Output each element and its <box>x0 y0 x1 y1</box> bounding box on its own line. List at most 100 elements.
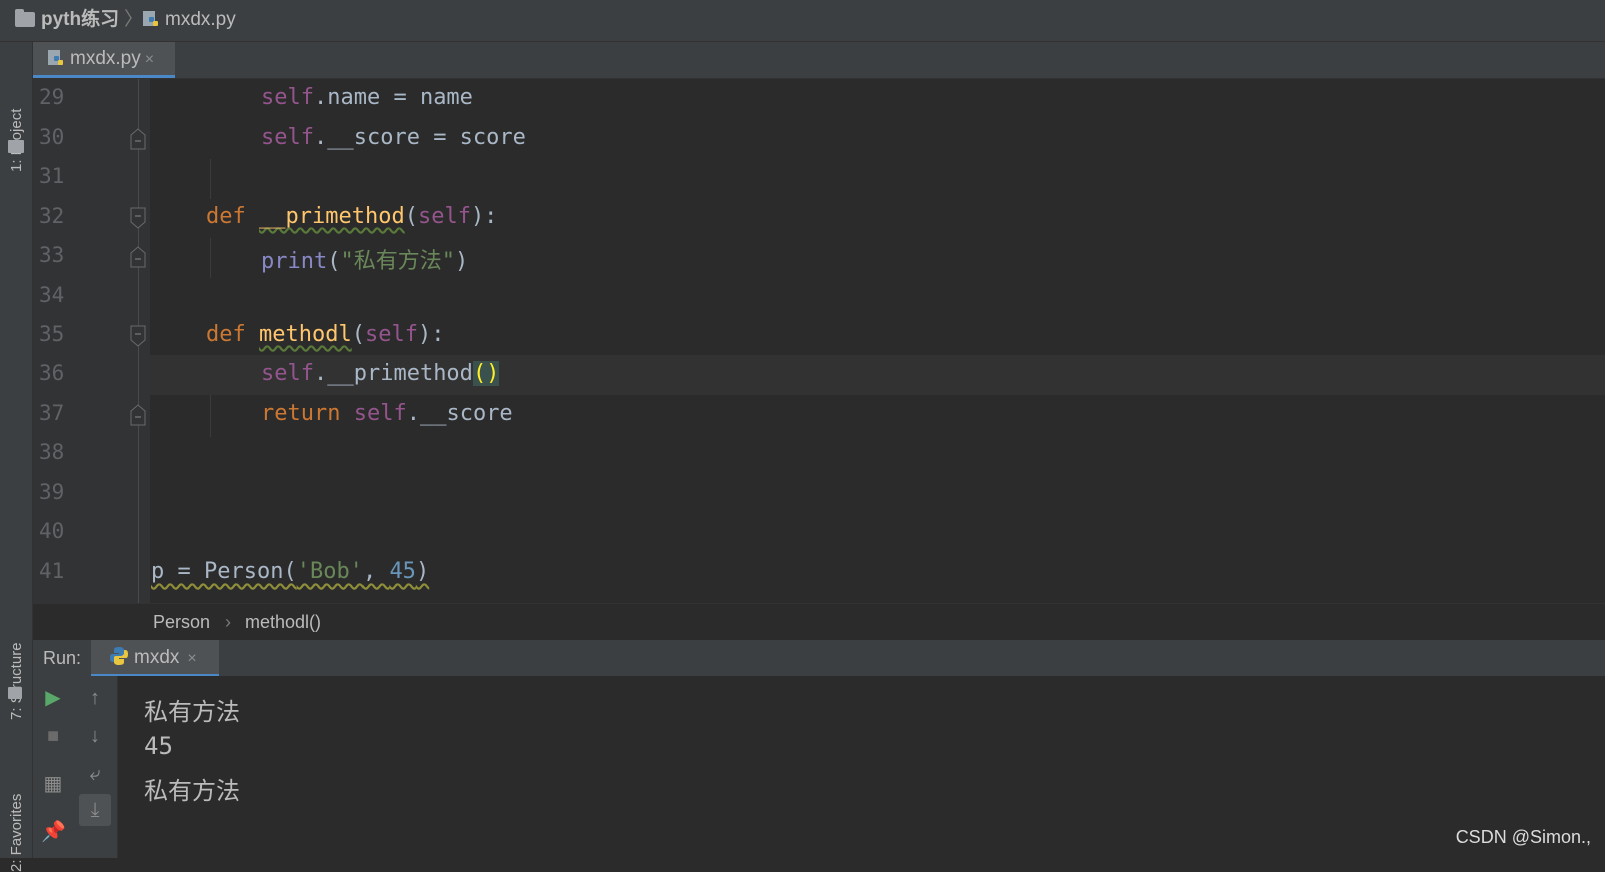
code-token: () <box>472 361 500 386</box>
console-line: 45 <box>144 732 173 760</box>
structure-icon <box>8 687 22 699</box>
arrow-down-icon[interactable]: ↓ <box>83 724 107 748</box>
code-text: p = Person('Bob', 45) <box>151 559 429 584</box>
close-icon[interactable]: × <box>187 650 196 667</box>
code-token: __primethod <box>259 204 405 229</box>
code-token: def <box>206 204 246 229</box>
run-toolbar: ▶ ↑ ■ ↓ ⤶ ▦ ⤓ 📌 <box>33 676 118 858</box>
code-token: , <box>362 559 390 584</box>
code-line: 34 <box>33 277 1605 317</box>
line-number: 40 <box>39 519 65 543</box>
run-label: Run: <box>43 648 82 668</box>
line-number: 30 <box>39 125 65 149</box>
code-line: 32 def __primethod(self): <box>33 198 1605 238</box>
layout-icon[interactable]: ▦ <box>41 772 65 796</box>
code-breadcrumb-method[interactable]: methodl() <box>245 612 321 633</box>
fold-end-icon[interactable] <box>128 403 148 427</box>
line-number: 36 <box>39 361 65 385</box>
code-line: 36 self.__primethod() <box>33 355 1605 395</box>
pin-icon[interactable]: 📌 <box>41 820 66 844</box>
fold-start-icon[interactable] <box>128 324 148 348</box>
code-line: 41 p = Person('Bob', 45) <box>33 553 1605 593</box>
stop-icon[interactable]: ■ <box>41 724 65 748</box>
run-console[interactable]: 私有方法 45 私有方法 CSDN @Simon., <box>118 676 1605 858</box>
code-token: 'Bob' <box>296 559 363 584</box>
code-text: self.__primethod() <box>261 361 500 386</box>
rerun-icon[interactable]: ▶ <box>41 686 65 710</box>
breadcrumb-file[interactable]: mxdx.py <box>142 8 236 32</box>
code-token: ( <box>327 249 341 274</box>
code-token: ): <box>470 204 498 229</box>
code-line: 29 self.name = name <box>33 79 1605 119</box>
code-token: def <box>206 322 246 347</box>
code-line: 38 <box>33 434 1605 474</box>
console-line: 私有方法 <box>144 698 240 726</box>
soft-wrap-icon[interactable]: ⤶ <box>83 762 107 786</box>
line-number: 34 <box>39 283 65 307</box>
code-token: .__primethod <box>313 361 473 386</box>
code-text: def __primethod(self): <box>206 204 497 229</box>
breadcrumb-project-label: pyth练习 <box>41 9 120 30</box>
code-line: 40 <box>33 513 1605 553</box>
breadcrumb-project[interactable]: pyth练习 <box>15 8 119 32</box>
code-line: 30 self.__score = score <box>33 119 1605 159</box>
editor-tab-mxdx[interactable]: mxdx.py × <box>33 42 175 78</box>
structure-tool-tab[interactable]: 7: Structure <box>8 642 25 720</box>
run-tab-label: mxdx <box>134 647 180 668</box>
breadcrumb-file-label: mxdx.py <box>165 9 236 30</box>
code-token: methodl <box>259 322 352 347</box>
line-number: 39 <box>39 480 65 504</box>
code-breadcrumb-separator: › <box>225 612 231 632</box>
run-tool-header: Run: mxdx × <box>33 639 1605 677</box>
line-number: 35 <box>39 322 65 346</box>
code-token: self <box>261 361 314 386</box>
left-tool-strip: 1: Project 7: Structure 2: Favorites <box>0 42 33 872</box>
code-text: def methodl(self): <box>206 322 444 347</box>
folder-icon <box>8 140 24 153</box>
code-token: self <box>261 85 314 110</box>
code-line: 31 <box>33 158 1605 198</box>
fold-end-icon[interactable] <box>128 245 148 269</box>
code-text: print("私有方法") <box>261 243 468 275</box>
code-editor[interactable]: 29 self.name = name 30 self.__score = sc… <box>33 79 1605 603</box>
code-text: self.name = name <box>261 85 473 110</box>
code-token: self <box>353 401 407 426</box>
folder-icon <box>15 9 35 27</box>
code-line: 39 <box>33 474 1605 514</box>
code-token: "私有方法" <box>340 249 455 274</box>
arrow-up-icon[interactable]: ↑ <box>83 686 107 710</box>
code-token: self <box>364 322 418 347</box>
run-tab-mxdx[interactable]: mxdx × <box>91 640 219 677</box>
fold-start-icon[interactable] <box>128 206 148 230</box>
console-line: 私有方法 <box>144 777 240 805</box>
fold-end-icon[interactable] <box>128 127 148 151</box>
line-number: 32 <box>39 204 65 228</box>
line-number: 29 <box>39 85 65 109</box>
code-token: ( <box>404 204 418 229</box>
code-token: ): <box>417 322 445 347</box>
code-token: ) <box>415 559 430 584</box>
code-token: ) <box>454 249 469 274</box>
code-token: p = Person( <box>151 559 297 584</box>
python-file-icon <box>143 11 158 26</box>
code-line: 35 def methodl(self): <box>33 316 1605 356</box>
code-breadcrumb-bar: Person › methodl() <box>33 603 1605 640</box>
editor-tab-label: mxdx.py <box>70 48 141 69</box>
code-token: ( <box>351 322 365 347</box>
code-breadcrumb-class[interactable]: Person <box>153 612 210 633</box>
code-token: 45 <box>389 559 416 584</box>
favorites-tool-tab[interactable]: 2: Favorites <box>8 794 25 872</box>
line-number: 33 <box>39 243 65 267</box>
code-token: print <box>261 249 328 274</box>
watermark: CSDN @Simon., <box>1455 827 1591 847</box>
code-text: return self.__score <box>261 401 513 426</box>
line-number: 38 <box>39 440 65 464</box>
python-icon <box>110 647 128 665</box>
line-number: 37 <box>39 401 65 425</box>
code-line: 37 return self.__score <box>33 395 1605 435</box>
python-file-icon <box>48 50 63 65</box>
scroll-to-end-icon[interactable]: ⤓ <box>79 794 111 826</box>
close-icon[interactable]: × <box>145 51 154 68</box>
code-text: self.__score = score <box>261 125 526 150</box>
code-token: .__score <box>406 401 513 426</box>
